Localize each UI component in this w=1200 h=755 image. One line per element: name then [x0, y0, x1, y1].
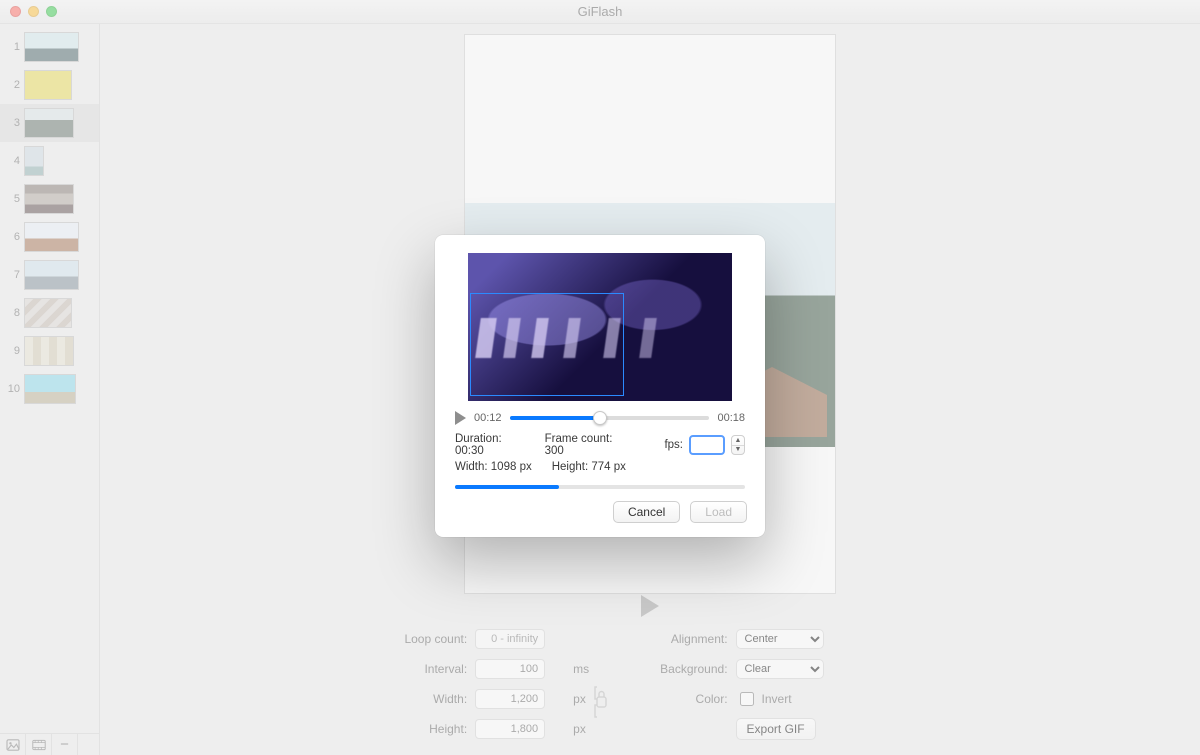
cancel-button[interactable]: Cancel	[613, 501, 680, 523]
video-trim-bar: 00:12 00:18	[455, 411, 745, 425]
fps-input[interactable]	[689, 435, 725, 455]
video-width-text: Width: 1098 px	[455, 461, 532, 473]
video-preview[interactable]	[468, 253, 732, 401]
trim-slider[interactable]	[510, 416, 710, 420]
crop-rectangle[interactable]	[470, 293, 624, 396]
import-video-dialog: 00:12 00:18 Duration: 00:30 Frame count:…	[435, 235, 765, 537]
stepper-up-icon[interactable]: ▲	[732, 436, 744, 446]
trim-slider-fill	[510, 416, 600, 420]
load-progress	[455, 485, 745, 489]
duration-text: Duration: 00:30	[455, 433, 525, 457]
trim-slider-thumb[interactable]	[593, 411, 607, 425]
trim-start-time: 00:12	[474, 412, 502, 424]
play-icon[interactable]	[455, 411, 466, 425]
stepper-down-icon[interactable]: ▼	[732, 446, 744, 455]
framecount-text: Frame count: 300	[545, 433, 625, 457]
fps-stepper[interactable]: ▲ ▼	[731, 435, 745, 455]
load-progress-fill	[455, 485, 559, 489]
trim-end-time: 00:18	[717, 412, 745, 424]
fps-label: fps:	[664, 439, 683, 451]
video-height-text: Height: 774 px	[552, 461, 626, 473]
load-button[interactable]: Load	[690, 501, 747, 523]
